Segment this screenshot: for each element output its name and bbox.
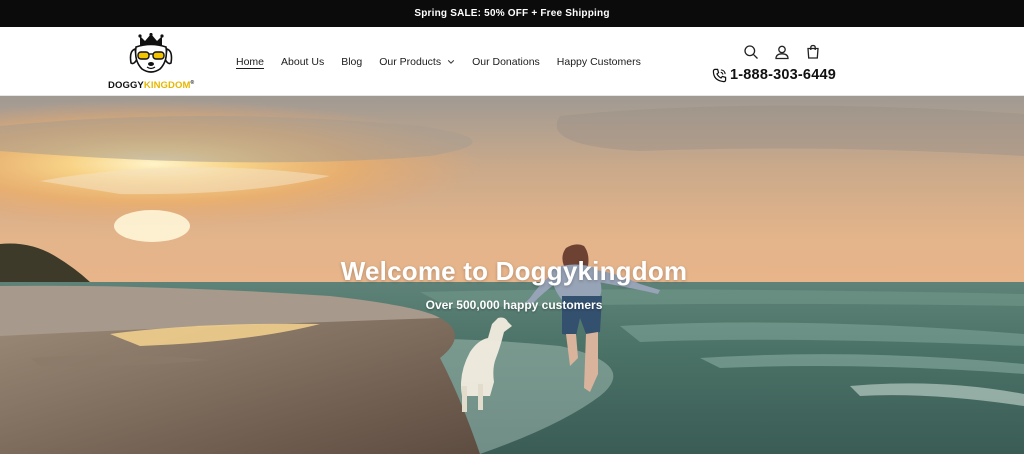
announcement-bar: Spring SALE: 50% OFF + Free Shipping xyxy=(0,0,1024,27)
logo-wordmark: DOGGYKINGDOM® xyxy=(108,80,195,91)
phone-number[interactable]: 1-888-303-6449 xyxy=(712,67,836,83)
nav-happy-customers[interactable]: Happy Customers xyxy=(557,56,641,68)
site-header: DOGGYKINGDOM® Home About Us Blog Our Pro… xyxy=(0,27,1024,96)
cart-icon[interactable] xyxy=(805,44,821,60)
nav-our-products-label: Our Products xyxy=(379,55,442,68)
hero-subtitle: Over 500,000 happy customers xyxy=(425,298,603,312)
nav-home[interactable]: Home xyxy=(236,56,264,68)
account-icon[interactable] xyxy=(774,44,790,60)
hero-title: Welcome to Doggykingdom xyxy=(340,256,688,286)
nav-blog[interactable]: Blog xyxy=(341,56,362,68)
dog-crown-logo-icon xyxy=(129,33,173,73)
phone-number-text: 1-888-303-6449 xyxy=(730,67,836,83)
nav-our-products[interactable]: Our Products xyxy=(379,56,455,68)
hero-banner: Welcome to Doggykingdom Over 500,000 hap… xyxy=(0,96,1024,454)
header-icons xyxy=(743,44,821,60)
chevron-down-icon xyxy=(447,59,455,64)
logo[interactable]: DOGGYKINGDOM® xyxy=(104,31,204,93)
phone-icon xyxy=(712,68,727,82)
search-icon[interactable] xyxy=(743,44,759,60)
nav-about-us[interactable]: About Us xyxy=(281,56,324,68)
main-nav: Home About Us Blog Our Products Our Dona… xyxy=(236,27,658,96)
announcement-text: Spring SALE: 50% OFF + Free Shipping xyxy=(414,8,610,19)
nav-our-donations[interactable]: Our Donations xyxy=(472,56,540,68)
